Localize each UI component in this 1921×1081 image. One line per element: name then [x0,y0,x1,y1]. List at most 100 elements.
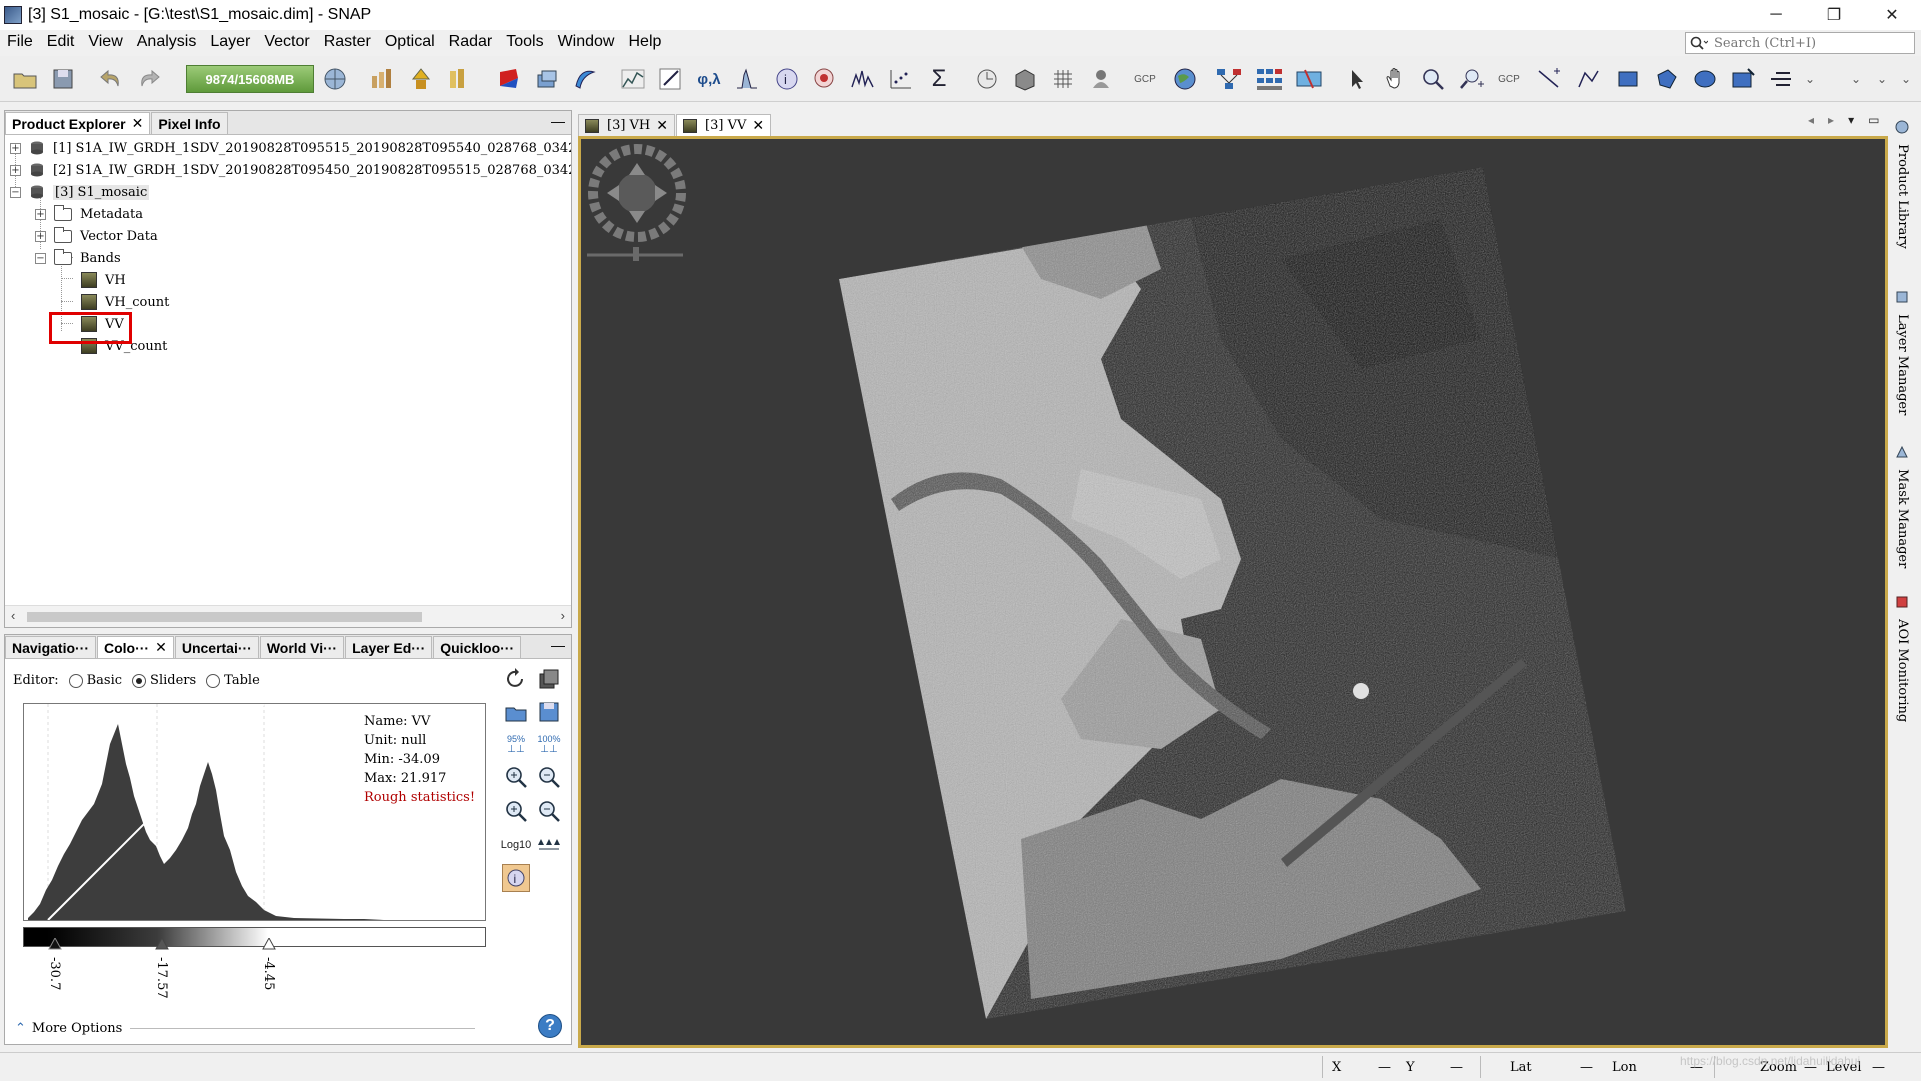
menu-analysis[interactable]: Analysis [130,33,204,51]
tab-navigation[interactable]: Navigatio··· [5,636,96,658]
tab-product-explorer[interactable]: Product Explorer ✕ [5,112,151,134]
radio-sliders[interactable] [132,673,147,688]
menu-tools[interactable]: Tools [499,33,550,51]
menu-edit[interactable]: Edit [40,33,82,51]
restore-button[interactable]: ❐ [1805,0,1863,30]
scroll-left-icon[interactable]: ‹ [11,608,15,623]
menu-layer[interactable]: Layer [203,33,257,51]
log10-toggle-button[interactable]: Log10 [501,831,532,859]
tree-node-vector-data[interactable]: + Vector Data [35,226,158,246]
scroll-tabs-right-icon[interactable]: ▸ [1828,113,1834,127]
tab-layer-editor[interactable]: Layer Ed··· [345,636,433,658]
menu-vector[interactable]: Vector [257,33,316,51]
tab-uncertainty[interactable]: Uncertai··· [174,636,259,658]
new-window-icon[interactable] [532,64,562,94]
tree-node-bands[interactable]: − Bands [35,248,121,268]
slider-label-mid[interactable]: -17.57 [154,957,169,999]
navigation-control[interactable] [587,143,687,267]
memory-usage-indicator[interactable]: 9874/15608MB [186,65,314,93]
maximize-view-icon[interactable]: ▭ [1868,113,1879,127]
close-tab-icon[interactable]: ✕ [155,639,167,656]
minimize-panel-icon[interactable]: — [551,113,565,129]
expand-icon[interactable]: + [35,208,46,220]
open-product-icon[interactable] [10,64,40,94]
export-palette-icon[interactable] [535,698,563,726]
more-options-toggle[interactable]: ⌃ More Options [15,1021,476,1036]
sidebar-tab-aoi-monitoring[interactable]: AOI Monitoring [1895,595,1910,722]
slider-label-high[interactable]: -4.45 [261,957,276,990]
undo-icon[interactable] [96,64,126,94]
sidebar-tab-mask-manager[interactable]: Mask Manager [1895,445,1910,568]
graph-builder-icon[interactable] [1214,64,1244,94]
scrollbar-thumb[interactable] [27,612,422,622]
close-tab-icon[interactable]: ✕ [656,118,668,134]
menu-file[interactable]: File [0,33,40,51]
batch-processing-icon[interactable] [1254,64,1284,94]
time-series-icon[interactable] [972,64,1002,94]
expand-icon[interactable]: + [10,164,21,176]
slider-marker-mid[interactable] [155,938,169,950]
geo-coding-icon[interactable]: φ,λ [694,64,724,94]
tab-view-vv[interactable]: [3] VV ✕ [676,114,772,136]
reset-icon[interactable] [502,665,530,693]
information-icon[interactable]: i [772,64,802,94]
menu-help[interactable]: Help [621,33,668,51]
tab-view-vh[interactable]: [3] VH ✕ [578,114,676,136]
image-view-canvas[interactable] [578,136,1888,1048]
histogram-icon[interactable] [732,64,762,94]
flip-icon[interactable] [406,64,436,94]
expand-icon[interactable]: + [10,142,21,154]
tab-colour-manipulation[interactable]: Colo··· ✕ [97,636,174,658]
tree-node-metadata[interactable]: + Metadata [35,204,143,224]
rectangle-drawing-icon[interactable] [1614,64,1644,94]
product-node-1[interactable]: + [1] S1A_IW_GRDH_1SDV_20190828T095515_2… [10,138,571,158]
band-item-vh-count[interactable]: VH_count [81,292,169,312]
statistics-icon[interactable] [618,64,648,94]
cube-icon[interactable] [1010,64,1040,94]
tab-list-dropdown-icon[interactable]: ▾ [1848,113,1854,127]
stretch-95-button[interactable]: 95% ⊥⊥ [502,730,530,758]
information-toggle-icon[interactable]: i [502,864,530,892]
menu-window[interactable]: Window [551,33,622,51]
pan-tool-icon[interactable] [1380,64,1410,94]
globe-icon[interactable] [320,64,350,94]
zoom-in-horizontal-icon[interactable] [502,797,530,825]
menu-radar[interactable]: Radar [442,33,500,51]
toolbar-overflow-3-icon[interactable]: ⌄ [1872,64,1892,94]
select-tool-icon[interactable] [1342,64,1372,94]
close-tab-icon[interactable]: ✕ [752,118,764,134]
zoom-out-horizontal-icon[interactable] [535,797,563,825]
radio-table[interactable] [206,673,221,688]
collapse-icon[interactable]: − [35,252,46,264]
pixel-info-tool-icon[interactable] [1456,64,1486,94]
band-maths-icon[interactable] [366,64,396,94]
sigma-icon[interactable]: Σ [924,64,954,94]
magic-wand-icon[interactable] [1766,64,1796,94]
world-wind-icon[interactable] [570,64,600,94]
close-tab-icon[interactable]: ✕ [132,115,144,132]
radio-basic[interactable] [68,673,83,688]
line-drawing-icon[interactable] [1534,64,1564,94]
slider-marker-high[interactable] [262,938,276,950]
tab-pixel-info[interactable]: Pixel Info [151,112,228,134]
world-map-icon[interactable] [1170,64,1200,94]
sentinel-download-icon[interactable] [1294,64,1324,94]
metadata-icon[interactable] [810,64,840,94]
search-input[interactable]: Search (Ctrl+I) [1685,32,1915,54]
toolbar-overflow-4-icon[interactable]: ⌄ [1896,64,1916,94]
menu-raster[interactable]: Raster [317,33,378,51]
bands-extractor-icon[interactable] [444,64,474,94]
rgb-image-icon[interactable] [494,64,524,94]
pin-manager-icon[interactable] [1086,64,1116,94]
import-palette-icon[interactable] [502,698,530,726]
tab-world-view[interactable]: World Vi··· [259,636,345,658]
tree-horizontal-scrollbar[interactable]: ‹ › [5,605,571,627]
zoom-in-vertical-icon[interactable] [502,763,530,791]
zoom-tool-icon[interactable] [1418,64,1448,94]
zoom-out-vertical-icon[interactable] [535,763,563,791]
sidebar-tab-layer-manager[interactable]: Layer Manager [1895,290,1910,415]
distribute-sliders-icon[interactable] [535,831,563,859]
expand-icon[interactable]: + [35,230,46,242]
range-finder-icon[interactable] [1728,64,1758,94]
polygon-drawing-icon[interactable] [1652,64,1682,94]
